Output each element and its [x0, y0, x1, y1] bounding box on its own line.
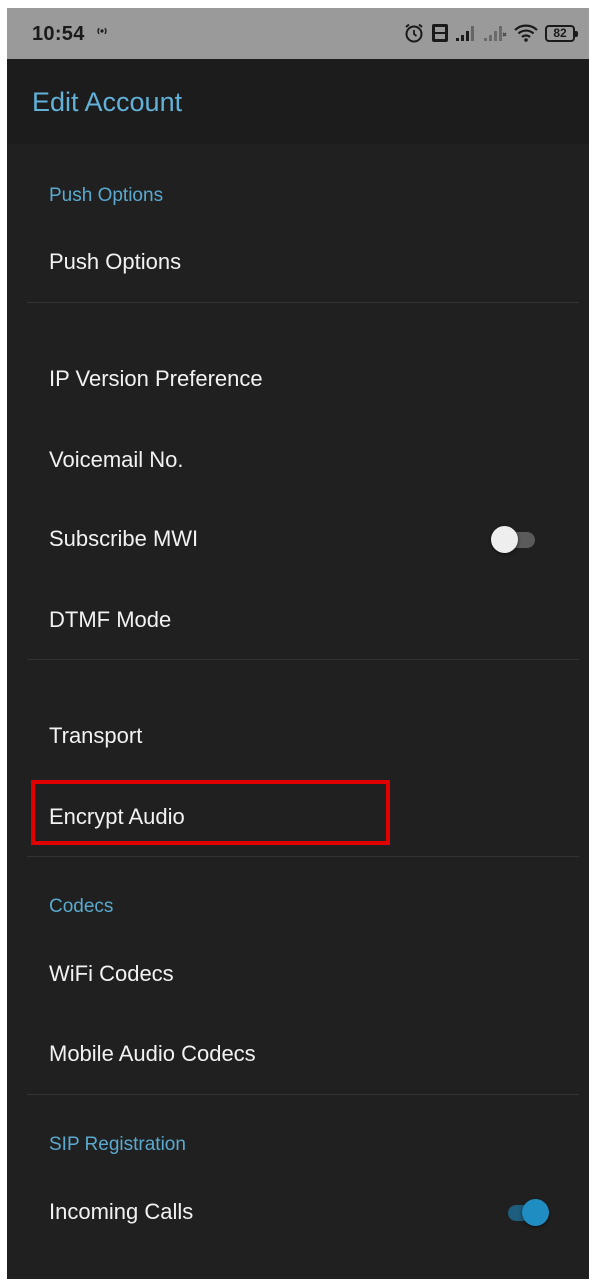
pref-label: IP Version Preference [49, 366, 263, 391]
pref-label: Mobile Audio Codecs [49, 1041, 256, 1066]
page-title: Edit Account [32, 87, 183, 117]
pref-subscribe-mwi[interactable]: Subscribe MWI [7, 500, 589, 578]
subscribe-mwi-toggle[interactable] [491, 525, 539, 553]
highlight-box [31, 780, 390, 845]
section-header-codecs: Codecs [49, 896, 114, 917]
battery-icon: 82 [545, 24, 578, 42]
pref-dtmf-mode[interactable]: DTMF Mode [7, 581, 589, 659]
signal-no-service-icon [484, 26, 507, 41]
section-header-sip-registration: SIP Registration [49, 1134, 186, 1155]
incoming-calls-toggle[interactable] [502, 1198, 550, 1226]
battery-level: 82 [553, 26, 567, 40]
pref-label: WiFi Codecs [49, 961, 174, 986]
phone-screen: 10:54 82 Edit Account Push Options Push … [7, 8, 589, 1279]
pref-ip-version-preference[interactable]: IP Version Preference [7, 340, 589, 418]
pref-push-options[interactable]: Push Options [7, 223, 589, 301]
app-bar: Edit Account [7, 59, 589, 144]
wifi-icon [514, 24, 538, 42]
pref-label: Push Options [49, 249, 182, 274]
pref-voicemail-number[interactable]: Voicemail No. [7, 421, 589, 499]
alarm-icon [405, 23, 423, 43]
pref-mobile-audio-codecs[interactable]: Mobile Audio Codecs [7, 1015, 589, 1093]
pref-wifi-codecs[interactable]: WiFi Codecs [7, 935, 589, 1013]
volte-icon [432, 24, 448, 42]
section-header-push-options: Push Options [49, 185, 164, 206]
signal-icon [456, 26, 474, 41]
pref-label: DTMF Mode [49, 607, 172, 632]
pref-label: Incoming Calls [49, 1199, 194, 1224]
hotspot-icon [97, 27, 107, 35]
switch-thumb [491, 526, 518, 553]
pref-transport[interactable]: Transport [7, 697, 589, 775]
pref-incoming-calls[interactable]: Incoming Calls [7, 1173, 589, 1251]
divider [27, 1094, 579, 1095]
divider [27, 659, 579, 660]
divider [27, 302, 579, 303]
status-time: 10:54 [32, 23, 85, 45]
status-bar: 10:54 82 [7, 8, 589, 59]
pref-label: Subscribe MWI [49, 526, 199, 551]
switch-thumb [522, 1199, 549, 1226]
preferences-list: Push Options Push Options IP Version Pre… [7, 144, 589, 1279]
pref-label: Transport [49, 723, 143, 748]
pref-label: Voicemail No. [49, 447, 184, 472]
divider [27, 856, 579, 857]
